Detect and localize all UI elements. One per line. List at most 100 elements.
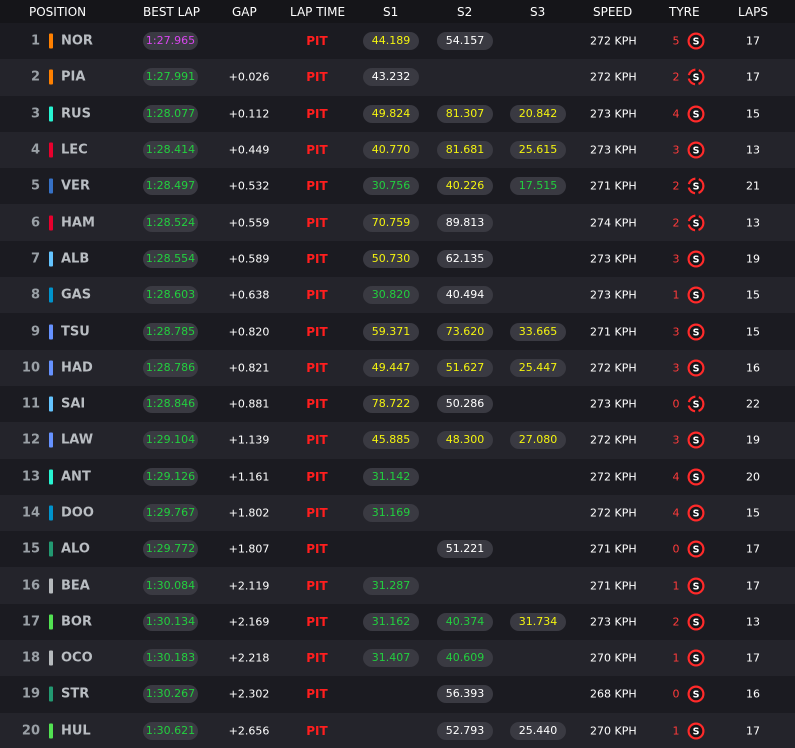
table-row[interactable]: 5 VER 1:28.497 +0.532 PIT 30.756 40.226 17.515 2… xyxy=(0,168,795,205)
table-row[interactable]: 12 LAW 1:29.104 +1.139 PIT 45.885 48.300 27.080… xyxy=(0,422,795,459)
table-row[interactable]: 9 TSU 1:28.785 +0.820 PIT 59.371 73.620 33.665 2… xyxy=(0,313,795,350)
svg-text:S: S xyxy=(693,654,700,665)
soft-tyre-icon: S xyxy=(687,613,705,631)
speed-value: 273 KPH xyxy=(590,252,637,266)
table-row[interactable]: 14 DOO 1:29.767 +1.802 PIT 31.169 272 KPH 4 S 15 xyxy=(0,494,795,532)
best-lap-pill: 1:28.846 xyxy=(143,395,198,414)
table-row[interactable]: 7 ALB 1:28.554 +0.589 PIT 50.730 62.135 273 KPH… xyxy=(0,240,795,278)
best-lap-pill: 1:29.126 xyxy=(143,467,198,486)
sector-s1-pill: 31.142 xyxy=(363,467,419,486)
best-lap-pill: 1:28.603 xyxy=(143,286,198,305)
team-color-bar xyxy=(49,360,53,376)
soft-tyre-icon: S xyxy=(687,722,705,740)
lap-time-pit: PIT xyxy=(306,433,328,448)
driver-code[interactable]: RUS xyxy=(61,106,91,121)
driver-code[interactable]: PIA xyxy=(61,70,85,85)
laps-count: 16 xyxy=(746,361,760,375)
table-row[interactable]: 11 SAI 1:28.846 +0.881 PIT 78.722 50.286 273 KP… xyxy=(0,385,795,423)
sector-s1-pill: 49.447 xyxy=(363,358,419,377)
sector-s1-pill: 44.189 xyxy=(363,32,419,51)
driver-code[interactable]: ALB xyxy=(61,251,89,266)
table-row[interactable]: 1 NOR 1:27.965 PIT 44.189 54.157 272 KPH 5 S 17 xyxy=(0,23,795,60)
table-row[interactable]: 3 RUS 1:28.077 +0.112 PIT 49.824 81.307 20.842 2… xyxy=(0,95,795,132)
table-row[interactable]: 18 OCO 1:30.183 +2.218 PIT 31.407 40.609 270 KP… xyxy=(0,640,795,677)
lap-time-pit: PIT xyxy=(306,578,328,593)
best-lap-pill: 1:30.134 xyxy=(143,612,198,631)
gap-value: +0.820 xyxy=(228,325,270,339)
table-row[interactable]: 2 PIA 1:27.991 +0.026 PIT 43.232 272 KPH 2 S 17 xyxy=(0,59,795,96)
driver-code[interactable]: BEA xyxy=(61,578,90,593)
sector-s1-pill: 30.756 xyxy=(363,177,419,196)
driver-code[interactable]: LAW xyxy=(61,433,93,448)
driver-code[interactable]: DOO xyxy=(61,506,94,521)
driver-code[interactable]: NOR xyxy=(61,34,93,49)
driver-code[interactable]: OCO xyxy=(61,651,93,666)
svg-text:S: S xyxy=(693,545,700,556)
tyre-age: 2 xyxy=(672,216,680,230)
lap-time-pit: PIT xyxy=(306,687,328,702)
sector-s3-pill: 20.842 xyxy=(510,104,566,123)
driver-code[interactable]: LEC xyxy=(61,143,88,158)
table-row[interactable]: 6 HAM 1:28.524 +0.559 PIT 70.759 89.813 274 KPH… xyxy=(0,204,795,241)
svg-text:S: S xyxy=(693,109,700,120)
table-row[interactable]: 19 STR 1:30.267 +2.302 PIT 56.393 268 KPH 0 S 16 xyxy=(0,676,795,713)
position-number: 11 xyxy=(21,396,40,412)
position-number: 14 xyxy=(21,505,40,521)
sector-s1-pill: 43.232 xyxy=(363,68,419,87)
tyre-age: 3 xyxy=(672,325,680,339)
lap-time-pit: PIT xyxy=(306,360,328,375)
team-color-bar xyxy=(49,432,53,448)
gap-value: +0.026 xyxy=(228,70,270,84)
team-color-bar xyxy=(49,287,53,303)
driver-code[interactable]: HUL xyxy=(61,723,91,738)
laps-count: 20 xyxy=(746,470,760,484)
soft-tyre-icon: S xyxy=(687,649,705,667)
table-row[interactable]: 13 ANT 1:29.126 +1.161 PIT 31.142 272 KPH 4 S 20 xyxy=(0,458,795,495)
sector-s2-pill: 73.620 xyxy=(437,322,493,341)
tyre-age: 1 xyxy=(672,651,680,665)
driver-code[interactable]: HAD xyxy=(61,360,93,375)
team-color-bar xyxy=(49,69,53,85)
team-color-bar xyxy=(49,251,53,267)
table-row[interactable]: 17 BOR 1:30.134 +2.169 PIT 31.162 40.374 31.734… xyxy=(0,603,795,641)
sector-s1-pill: 31.162 xyxy=(363,612,419,631)
driver-code[interactable]: STR xyxy=(61,687,89,702)
table-row[interactable]: 8 GAS 1:28.603 +0.638 PIT 30.820 40.494 273 KPH… xyxy=(0,277,795,314)
table-row[interactable]: 4 LEC 1:28.414 +0.449 PIT 40.770 81.681 25.615 2… xyxy=(0,131,795,169)
header-position[interactable]: POSITION xyxy=(29,5,86,19)
header-s2[interactable]: S2 xyxy=(457,5,472,19)
header-speed[interactable]: SPEED xyxy=(593,5,632,19)
header-lap-time[interactable]: LAP TIME xyxy=(290,5,345,19)
header-s3[interactable]: S3 xyxy=(530,5,545,19)
team-color-bar xyxy=(49,324,53,340)
header-s1[interactable]: S1 xyxy=(383,5,398,19)
header-tyre[interactable]: TYRE xyxy=(669,5,700,19)
position-number: 15 xyxy=(21,541,40,557)
table-row[interactable]: 20 HUL 1:30.621 +2.656 PIT 52.793 25.440 270 KP… xyxy=(0,712,795,748)
position-number: 17 xyxy=(21,614,40,630)
driver-code[interactable]: ANT xyxy=(61,469,91,484)
driver-code[interactable]: VER xyxy=(61,179,90,194)
header-best-lap[interactable]: BEST LAP xyxy=(143,5,200,19)
sector-s2-pill: 51.627 xyxy=(437,358,493,377)
sector-s2-pill: 81.681 xyxy=(437,141,493,160)
svg-text:S: S xyxy=(693,581,700,592)
driver-code[interactable]: ALO xyxy=(61,542,90,557)
lap-time-pit: PIT xyxy=(306,34,328,49)
table-row[interactable]: 10 HAD 1:28.786 +0.821 PIT 49.447 51.627 25.447… xyxy=(0,349,795,386)
driver-code[interactable]: SAI xyxy=(61,397,85,412)
speed-value: 271 KPH xyxy=(590,179,637,193)
position-number: 1 xyxy=(30,33,40,49)
header-laps[interactable]: LAPS xyxy=(738,5,768,19)
position-number: 19 xyxy=(21,686,40,702)
table-row[interactable]: 16 BEA 1:30.084 +2.119 PIT 31.287 271 KPH 1 S 17 xyxy=(0,567,795,604)
gap-value: +2.302 xyxy=(228,687,270,701)
header-gap[interactable]: GAP xyxy=(232,5,257,19)
driver-code[interactable]: TSU xyxy=(61,324,90,339)
table-row[interactable]: 15 ALO 1:29.772 +1.807 PIT 51.221 271 KPH 0 S 17 xyxy=(0,531,795,568)
driver-code[interactable]: BOR xyxy=(61,614,92,629)
driver-code[interactable]: HAM xyxy=(61,215,95,230)
driver-code[interactable]: GAS xyxy=(61,288,91,303)
team-color-bar xyxy=(49,614,53,630)
lap-time-pit: PIT xyxy=(306,614,328,629)
